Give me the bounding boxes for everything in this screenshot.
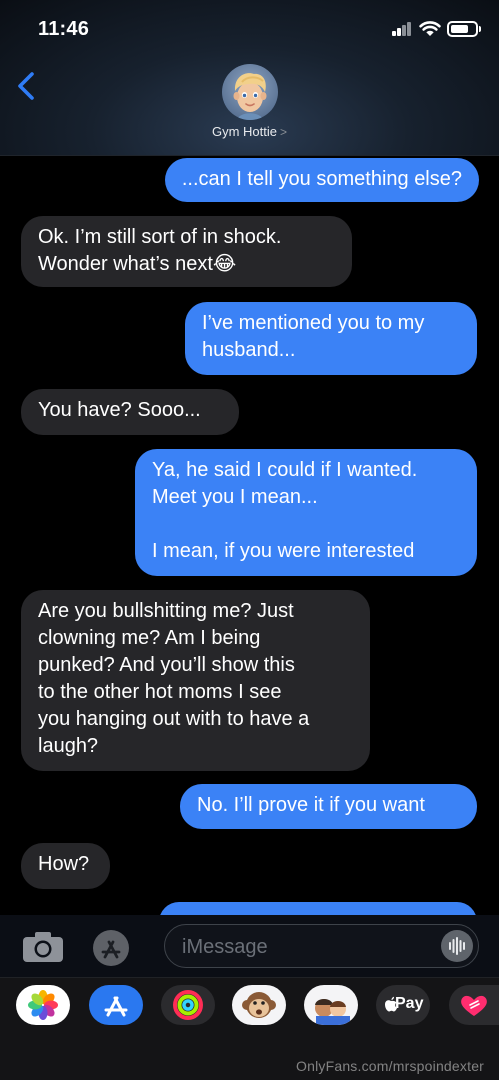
message-bubble-received[interactable]: You have? Sooo...	[21, 389, 239, 435]
camera-button[interactable]	[22, 931, 64, 963]
activity-icon	[173, 990, 203, 1020]
contact-avatar[interactable]	[222, 64, 278, 120]
waveform-icon	[449, 937, 465, 955]
digital-touch-app-button[interactable]	[449, 985, 499, 1025]
memoji-avatar-icon	[233, 73, 267, 120]
memoji-stickers-app-button[interactable]	[304, 985, 358, 1025]
apple-pay-label: Pay	[395, 995, 424, 1012]
chevron-left-icon	[18, 72, 34, 100]
message-bubble-sent-partial[interactable]	[159, 902, 477, 915]
photos-app-button[interactable]	[16, 985, 70, 1025]
battery-icon	[447, 21, 481, 37]
message-bubble-sent[interactable]: ...can I tell you something else?	[164, 158, 479, 202]
imessage-input[interactable]: iMessage	[164, 924, 479, 968]
chevron-right-icon: >	[280, 125, 288, 139]
message-bubble-received[interactable]: Ok. I’m still sort of in shock. Wonder w…	[21, 216, 352, 287]
message-bubble-received[interactable]: Are you bullshitting me? Just clowning m…	[21, 590, 370, 771]
audio-message-button[interactable]	[441, 930, 473, 962]
wifi-icon	[419, 21, 441, 36]
compose-bar: iMessage	[0, 915, 499, 977]
contact-name: Gym Hottie	[211, 124, 277, 139]
digital-touch-icon	[461, 995, 487, 1016]
app-store-a-icon	[101, 940, 121, 959]
cellular-signal-icon	[392, 22, 412, 36]
message-bubble-sent[interactable]: I’ve mentioned you to my husband...	[185, 302, 477, 375]
watermark-text: OnlyFans.com/mrspoindexter	[296, 1058, 485, 1074]
app-store-icon	[104, 996, 128, 1017]
app-store-apps-button[interactable]	[93, 930, 129, 966]
message-thread[interactable]: ...can I tell you something else? Ok. I’…	[0, 157, 499, 915]
animoji-app-button[interactable]	[232, 985, 286, 1025]
app-store-app-button[interactable]	[89, 985, 143, 1025]
back-button[interactable]	[14, 68, 42, 104]
apple-pay-app-button[interactable]: Pay	[376, 985, 430, 1025]
photos-icon	[28, 990, 58, 1020]
imessage-placeholder: iMessage	[182, 936, 268, 958]
activity-app-button[interactable]	[161, 985, 215, 1025]
memoji-stickers-icon	[315, 999, 350, 1025]
contact-name-row[interactable]: Gym Hottie >	[0, 124, 499, 139]
status-time: 11:46	[38, 18, 90, 40]
monkey-memoji-icon	[242, 992, 276, 1018]
status-bar: 11:46	[0, 0, 499, 56]
message-bubble-received[interactable]: How?	[21, 843, 110, 889]
message-bubble-sent[interactable]: No. I’ll prove it if you want	[180, 784, 477, 829]
camera-icon	[23, 932, 63, 962]
message-bubble-sent[interactable]: Ya, he said I could if I wanted. Meet yo…	[135, 449, 477, 576]
